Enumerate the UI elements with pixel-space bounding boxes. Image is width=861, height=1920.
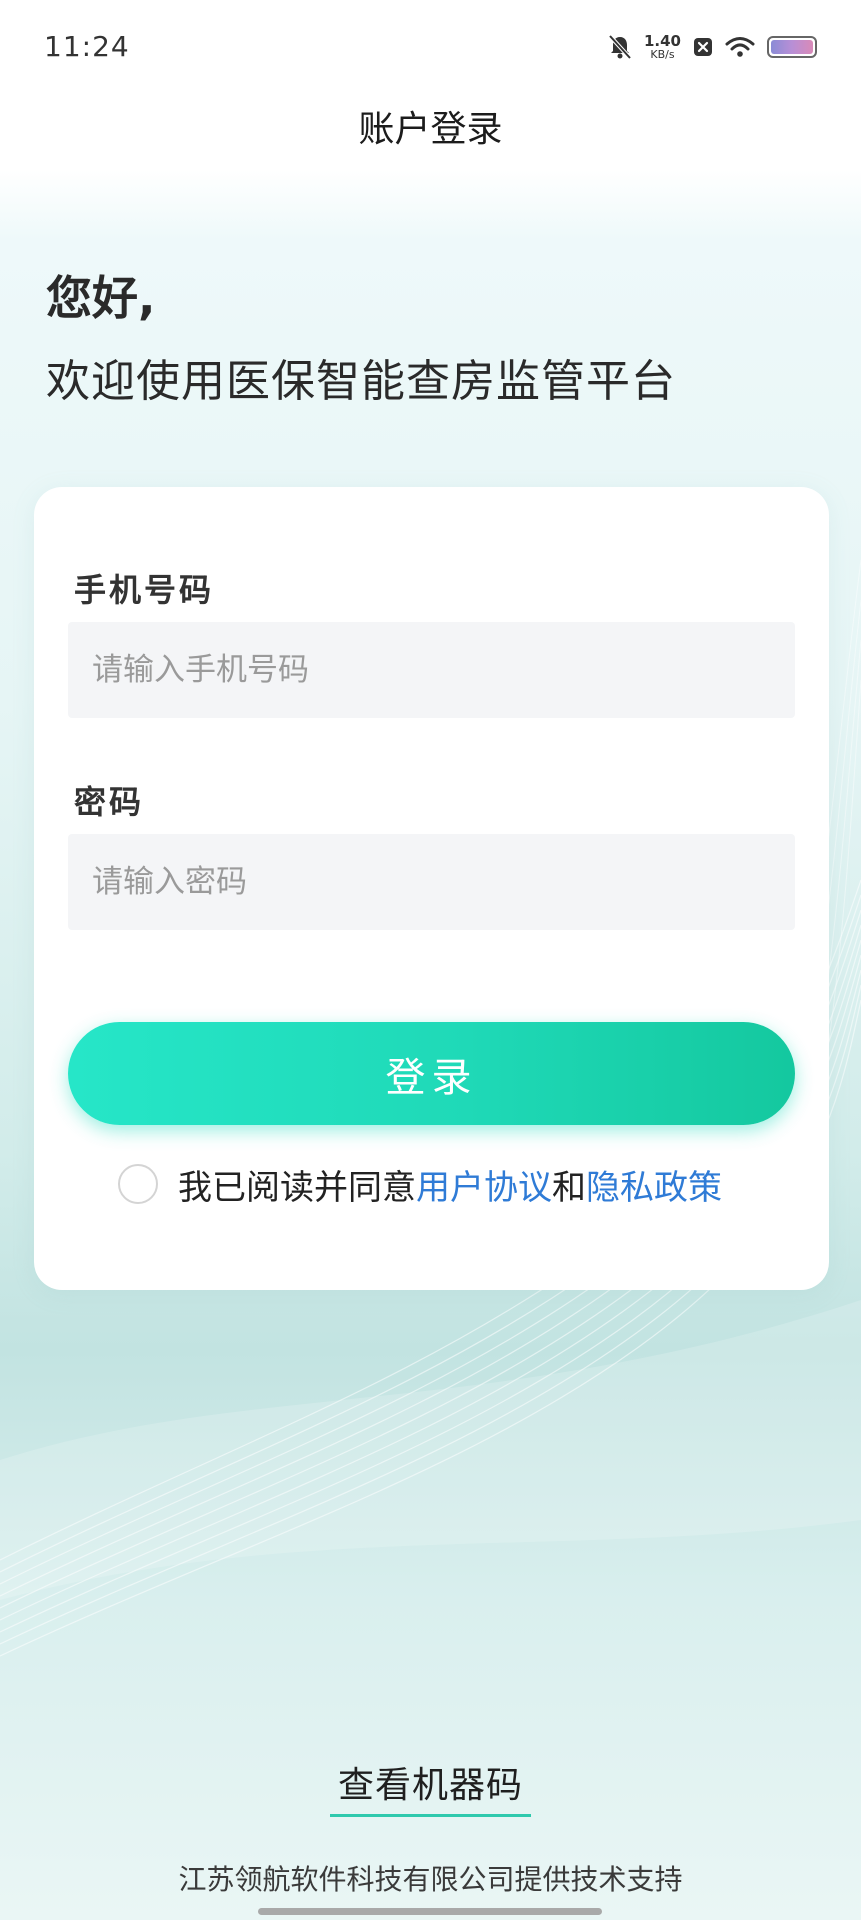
- network-speed-value: 1.40: [643, 32, 681, 50]
- privacy-policy-link[interactable]: 隐私政策: [586, 1160, 722, 1209]
- agreement-checkbox[interactable]: [118, 1164, 158, 1204]
- machine-code-container: 查看机器码: [0, 1756, 861, 1817]
- battery-icon: [767, 36, 817, 58]
- welcome-text: 欢迎使用医保智能查房监管平台: [46, 356, 676, 407]
- footer-text: 江苏领航软件科技有限公司提供技术支持: [178, 1863, 683, 1896]
- machine-code-link[interactable]: 查看机器码: [329, 1756, 531, 1817]
- page-title: 账户登录: [358, 109, 503, 150]
- greeting-text: 您好,: [46, 271, 156, 325]
- network-speed-unit: KB/s: [650, 48, 675, 61]
- phone-input[interactable]: [68, 622, 795, 718]
- bell-off-icon: [608, 34, 632, 60]
- login-card: 手机号码 密码 登录 我已阅读并同意 用户协议 和 隐私政策: [34, 487, 829, 1290]
- status-icons: 1.40 KB/s: [608, 34, 817, 60]
- phone-label: 手机号码: [74, 571, 215, 609]
- wifi-icon: [725, 37, 755, 57]
- password-label: 密码: [74, 783, 145, 821]
- user-agreement-link[interactable]: 用户协议: [416, 1160, 552, 1209]
- status-time: 11:24: [44, 30, 130, 63]
- login-button[interactable]: 登录: [68, 1022, 795, 1125]
- agreement-row: 我已阅读并同意 用户协议 和 隐私政策: [118, 1160, 722, 1209]
- battery-level: [771, 40, 813, 54]
- home-indicator[interactable]: [258, 1908, 602, 1915]
- status-bar: 11:24 1.40 KB/s: [0, 0, 861, 100]
- agreement-prefix: 我已阅读并同意: [178, 1167, 416, 1208]
- close-box-icon: [694, 38, 712, 56]
- agreement-conjunction: 和: [552, 1167, 586, 1208]
- network-speed: 1.40 KB/s: [643, 32, 681, 61]
- password-input[interactable]: [68, 834, 795, 930]
